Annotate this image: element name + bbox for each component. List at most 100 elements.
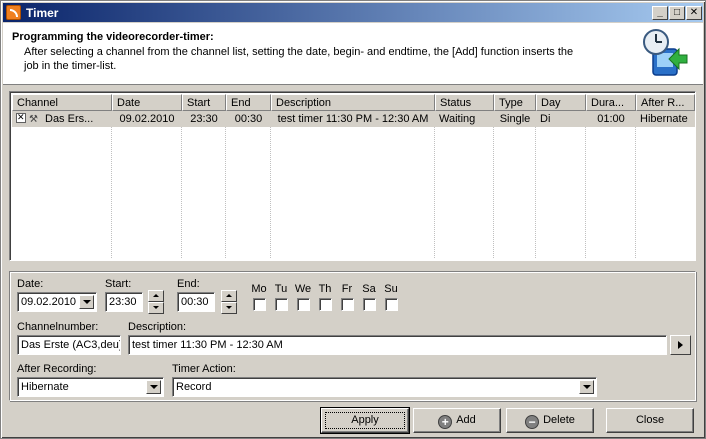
plus-icon: + [438,415,453,429]
day-label: Fr [341,283,353,295]
grid-divider [225,127,226,258]
column-header-date[interactable]: Date [112,94,182,111]
column-header-channel[interactable]: Channel [12,94,112,111]
start-time-field[interactable]: 23:30 [105,292,143,312]
timer-action-value: Record [176,381,212,393]
maximize-button[interactable]: □ [669,6,685,20]
timer-list[interactable]: Channel Date Start End Description Statu… [9,91,696,261]
window-title: Timer [26,6,59,20]
delete-button[interactable]: − Delete [506,408,594,433]
dialog-header: Programming the videorecorder-timer: Aft… [3,23,703,85]
day-tuesday[interactable]: Tu [271,283,291,311]
day-label: Th [318,283,332,295]
minus-icon: − [525,415,540,429]
column-header-description[interactable]: Description [271,94,435,111]
description-label: Description: [128,321,187,333]
start-label: Start: [105,278,132,290]
cell-channel-text: Das Ers... [45,113,94,125]
day-friday[interactable]: Fr [337,283,357,311]
close-button[interactable]: Close [606,408,694,433]
cell-after-recording: Hibernate [640,113,688,125]
cell-description: test timer 11:30 PM - 12:30 AM [277,113,429,125]
chevron-down-icon[interactable] [579,380,594,394]
description-field[interactable]: test timer 11:30 PM - 12:30 AM [128,335,667,355]
day-checkbox[interactable] [274,298,288,311]
grid-divider [535,127,536,258]
after-recording-label: After Recording: [17,363,97,375]
cell-channel: ⚒ Das Ers... [12,111,112,127]
day-checkbox[interactable] [296,298,310,311]
spin-up-icon[interactable] [221,290,237,302]
grid-divider [181,127,182,258]
day-label: We [294,283,312,295]
day-thursday[interactable]: Th [315,283,335,311]
grid-divider [493,127,494,258]
end-time-field[interactable]: 00:30 [177,292,215,312]
day-checkbox[interactable] [318,298,332,311]
after-recording-select[interactable]: Hibernate [17,377,164,397]
day-wednesday[interactable]: We [293,283,313,311]
channelnumber-field[interactable]: Das Erste (AC3,deu) [17,335,121,355]
grid-divider [635,127,636,258]
day-label: Tu [274,283,288,295]
column-header-after-recording[interactable]: After R... [636,94,695,111]
minimize-button[interactable]: _ [652,6,668,20]
column-header-duration[interactable]: Dura... [586,94,636,111]
close-window-button[interactable]: ✕ [686,6,702,20]
day-label: Sa [362,283,376,295]
focus-rect [325,412,405,429]
column-header-end[interactable]: End [226,94,271,111]
cell-type: Single [499,113,531,125]
column-header-status[interactable]: Status [435,94,494,111]
after-recording-value: Hibernate [21,381,69,393]
end-time-spinner[interactable] [221,290,237,314]
grid-divider [434,127,435,258]
column-header-type[interactable]: Type [494,94,536,111]
clock-computer-icon [643,29,688,76]
header-title: Programming the videorecorder-timer: [12,31,214,43]
start-time-spinner[interactable] [148,290,164,314]
timer-action-label: Timer Action: [172,363,236,375]
apply-button[interactable]: Apply [320,407,410,434]
day-label: Su [384,283,398,295]
checkbox-x-icon[interactable] [16,112,26,123]
date-value: 09.02.2010 [21,296,77,308]
chevron-down-icon[interactable] [79,295,94,309]
day-label: Mo [251,283,267,295]
column-header-start[interactable]: Start [182,94,226,111]
day-checkbox[interactable] [384,298,398,311]
cell-date: 09.02.2010 [119,113,175,125]
cell-duration: 01:00 [597,113,625,125]
day-checkbox[interactable] [340,298,354,311]
rss-feed-icon [6,5,21,20]
add-button-label: Add [456,414,476,426]
spin-up-icon[interactable] [148,290,164,302]
channelnumber-label: Channelnumber: [17,321,99,333]
grid-divider [270,127,271,258]
title-bar[interactable]: Timer _ □ ✕ [3,3,703,22]
play-arrow-icon[interactable] [670,335,691,355]
day-saturday[interactable]: Sa [359,283,379,311]
cell-status: Waiting [439,113,476,125]
timer-form: Date: 09.02.2010 Start: 23:30 End: 00:30… [9,271,696,401]
add-button[interactable]: + Add [413,408,501,433]
date-label: Date: [17,278,44,290]
spin-down-icon[interactable] [221,302,237,314]
timer-list-header: Channel Date Start End Description Statu… [12,94,695,111]
chevron-down-icon[interactable] [146,380,161,394]
day-checkbox[interactable] [252,298,266,311]
day-sunday[interactable]: Su [381,283,401,311]
timer-action-select[interactable]: Record [172,377,597,397]
day-monday[interactable]: Mo [249,283,269,311]
date-picker[interactable]: 09.02.2010 [17,292,97,312]
column-header-day[interactable]: Day [536,94,586,111]
cell-start: 23:30 [190,113,218,125]
grid-divider [585,127,586,258]
day-checkbox[interactable] [362,298,376,311]
delete-button-label: Delete [543,414,575,426]
table-row[interactable]: ⚒ Das Ers... 09.02.2010 23:30 00:30 test … [12,111,695,127]
spin-down-icon[interactable] [148,302,164,314]
wrench-icon: ⚒ [29,114,38,125]
end-label: End: [177,278,200,290]
grid-divider [111,127,112,258]
